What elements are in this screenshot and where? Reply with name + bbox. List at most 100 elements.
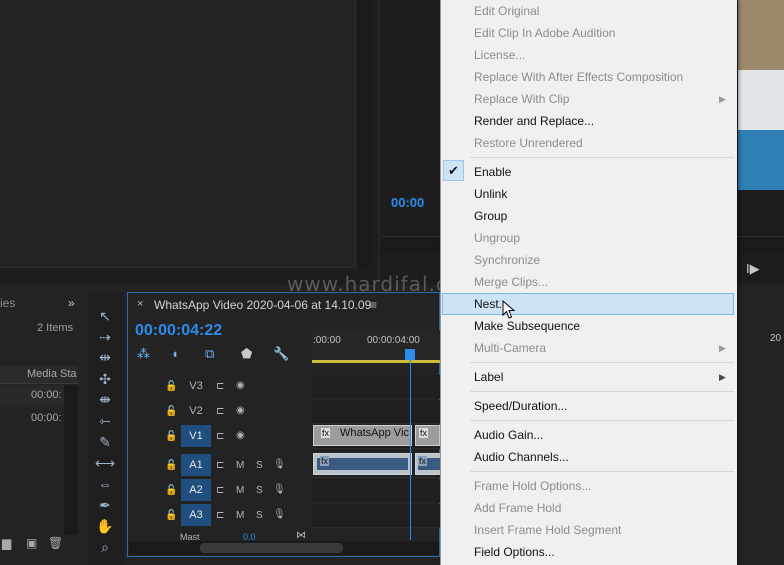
menu-item-merge-clips[interactable]: Merge Clips... (441, 271, 736, 293)
slip-tool-icon[interactable]: ✎ (94, 433, 116, 451)
menu-item-audio-channels[interactable]: Audio Channels... (441, 446, 736, 468)
ruler-tick-label: 20 (770, 333, 782, 344)
track-area-v3[interactable] (312, 375, 440, 399)
menu-item-edit-original[interactable]: Edit Original (441, 0, 736, 22)
sync-lock-icon[interactable]: ⊏ (216, 406, 224, 417)
solo-button[interactable]: S (256, 510, 263, 521)
microphone-icon[interactable]: 🎙 (273, 459, 286, 470)
pen-tool-icon[interactable]: ✒ (94, 496, 116, 514)
fx-badge: fx (419, 428, 429, 438)
sync-lock-icon[interactable]: ⊏ (216, 485, 224, 496)
eye-icon[interactable]: ◉ (236, 405, 245, 416)
mute-button[interactable]: M (236, 510, 244, 521)
menu-item-restore-unrendered[interactable]: Restore Unrendered (441, 132, 736, 154)
project-scrollbar[interactable] (64, 385, 78, 535)
ripple-edit-tool-icon[interactable]: ⇹ (94, 348, 116, 366)
menu-item-audio-gain[interactable]: Audio Gain... (441, 424, 736, 446)
trash-icon[interactable]: 🗑 (48, 536, 63, 550)
menu-item-add-frame-hold[interactable]: Add Frame Hold (441, 497, 736, 519)
track-label-a1[interactable]: A1 (181, 454, 211, 476)
track-area-a3[interactable] (312, 504, 440, 528)
menu-item-make-subsequence[interactable]: Make Subsequence (441, 315, 736, 337)
new-bin-icon[interactable]: ▆ (2, 536, 11, 550)
menu-separator (470, 157, 734, 158)
program-timecode[interactable]: 00:00 (391, 195, 424, 210)
microphone-icon[interactable]: 🎙 (273, 484, 286, 495)
add-marker-icon[interactable]: ⬟ (241, 346, 252, 362)
track-area-v2[interactable] (312, 400, 440, 424)
lock-icon[interactable]: 🔓 (165, 485, 177, 496)
playhead[interactable] (405, 349, 415, 360)
work-area-bar[interactable] (312, 360, 440, 363)
menu-item-replace-ae[interactable]: Replace With After Effects Composition (441, 66, 736, 88)
timeline-timecode[interactable]: 00:00:04:22 (135, 322, 222, 340)
menu-item-render-replace[interactable]: Render and Replace... (441, 110, 736, 132)
sync-lock-icon[interactable]: ⊏ (216, 431, 224, 442)
solo-button[interactable]: S (256, 485, 263, 496)
menu-item-group[interactable]: Group (441, 205, 736, 227)
media-start-column[interactable]: Media Sta (27, 368, 77, 380)
source-scrollbar[interactable] (358, 0, 372, 268)
track-label-v3[interactable]: V3 (181, 375, 211, 397)
razor-tool-icon[interactable]: ⇽ (94, 412, 116, 430)
lock-icon[interactable]: 🔓 (165, 460, 177, 471)
track-area-a2[interactable] (312, 479, 440, 503)
menu-item-speed-duration[interactable]: Speed/Duration... (441, 395, 736, 417)
nest-toggle-icon[interactable]: ⁂ (137, 346, 150, 362)
slide-tool-alt-icon[interactable]: ⇔ (94, 475, 116, 493)
menu-item-ungroup[interactable]: Ungroup (441, 227, 736, 249)
program-video-preview (738, 0, 784, 190)
sequence-tab-title[interactable]: WhatsApp Video 2020-04-06 at 14.10.09 (154, 298, 371, 312)
submenu-arrow-icon: ▶ (719, 343, 726, 353)
project-cell: 00:00: (31, 389, 62, 401)
menu-item-nest[interactable]: Nest... (442, 293, 734, 315)
menu-item-synchronize[interactable]: Synchronize (441, 249, 736, 271)
menu-item-license[interactable]: License... (441, 44, 736, 66)
lock-icon[interactable]: 🔓 (165, 510, 177, 521)
menu-item-field-options[interactable]: Field Options... (441, 541, 736, 563)
track-label-v1[interactable]: V1 (181, 425, 211, 447)
rate-stretch-tool-icon[interactable]: ⇼ (94, 390, 116, 408)
menu-item-unlink[interactable]: Unlink (441, 183, 736, 205)
new-item-icon[interactable]: ▣ (26, 536, 37, 550)
menu-item-frame-hold-options[interactable]: Frame Hold Options... (441, 475, 736, 497)
selection-tool-icon[interactable]: ↖ (94, 307, 116, 325)
menu-item-edit-in-audition[interactable]: Edit Clip In Adobe Audition (441, 22, 736, 44)
microphone-icon[interactable]: 🎙 (273, 509, 286, 520)
track-label-a2[interactable]: A2 (181, 479, 211, 501)
menu-item-label[interactable]: Label (441, 366, 736, 388)
mute-button[interactable]: M (236, 460, 244, 471)
menu-item-insert-frame-hold[interactable]: Insert Frame Hold Segment (441, 519, 736, 541)
eye-icon[interactable]: ◉ (236, 430, 245, 441)
panel-menu-icon[interactable]: ≡ (370, 298, 377, 312)
step-forward-button[interactable]: I▶ (746, 261, 760, 277)
timeline-scroll-thumb[interactable] (200, 543, 343, 553)
menu-item-enable[interactable]: Enable (441, 161, 736, 183)
track-label-v2[interactable]: V2 (181, 400, 211, 422)
linked-selection-icon[interactable]: ⧉ (205, 346, 214, 362)
panel-overflow-icon[interactable]: » (68, 296, 75, 310)
lock-icon[interactable]: 🔓 (165, 381, 177, 392)
lock-icon[interactable]: 🔓 (165, 406, 177, 417)
submenu-arrow-icon: ▶ (719, 94, 726, 104)
sync-lock-icon[interactable]: ⊏ (216, 381, 224, 392)
rolling-edit-tool-icon[interactable]: ✣ (94, 370, 116, 388)
track-label-a3[interactable]: A3 (181, 504, 211, 526)
eye-icon[interactable]: ◉ (236, 380, 245, 391)
project-tab[interactable]: ies (0, 296, 15, 310)
mute-button[interactable]: M (236, 485, 244, 496)
zoom-tool-icon[interactable]: ⌕ (94, 538, 116, 556)
menu-separator (470, 471, 734, 472)
close-icon[interactable]: × (137, 298, 143, 310)
track-select-tool-icon[interactable]: ⇢ (94, 328, 116, 346)
lock-icon[interactable]: 🔓 (165, 431, 177, 442)
snap-icon[interactable]: ◖ (171, 346, 179, 361)
slide-tool-icon[interactable]: ⟷ (94, 454, 116, 472)
hand-tool-icon[interactable]: ✋ (94, 517, 116, 535)
solo-button[interactable]: S (256, 460, 263, 471)
sync-lock-icon[interactable]: ⊏ (216, 460, 224, 471)
menu-item-replace-clip[interactable]: Replace With Clip (441, 88, 736, 110)
wrench-icon[interactable]: 🔧 (273, 346, 289, 362)
sync-lock-icon[interactable]: ⊏ (216, 510, 224, 521)
menu-item-multi-camera[interactable]: Multi-Camera (441, 337, 736, 359)
